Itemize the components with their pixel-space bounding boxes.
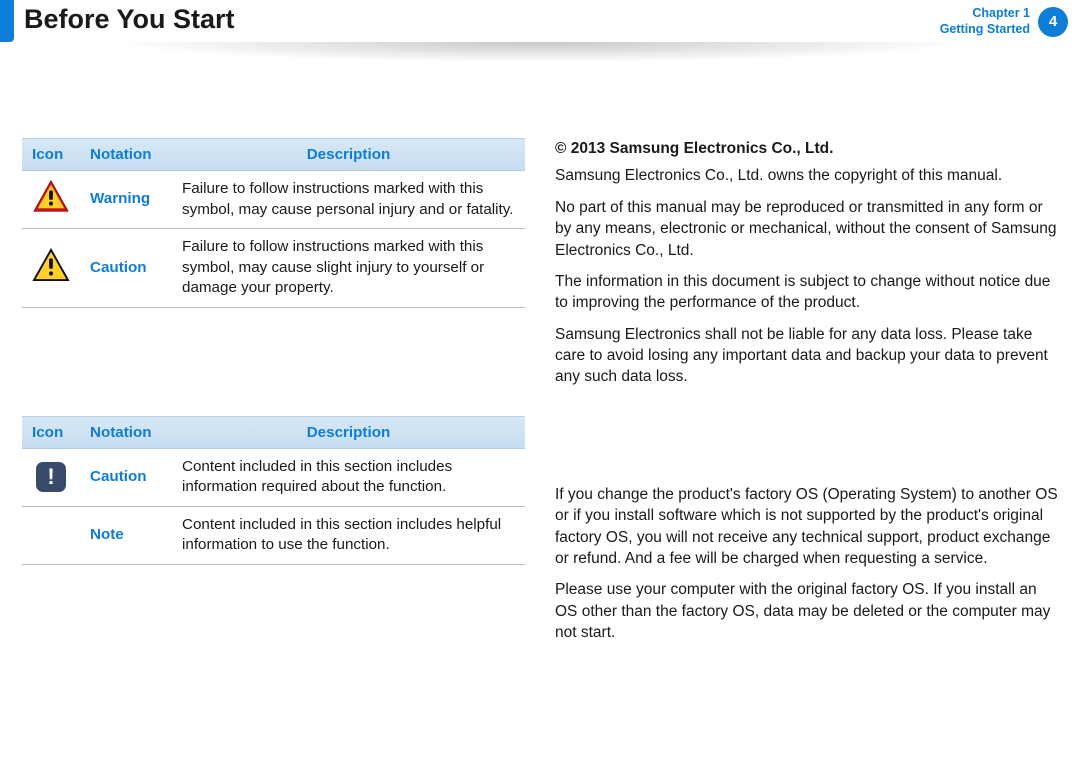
page-title: Before You Start: [24, 4, 235, 35]
right-column: © 2013 Samsung Electronics Co., Ltd. Sam…: [555, 138, 1058, 653]
chapter-block: Chapter 1 Getting Started 4: [940, 6, 1068, 37]
section-label: Getting Started: [940, 22, 1030, 38]
copyright-paragraph: No part of this manual may be reproduced…: [555, 197, 1058, 261]
col-notation: Notation: [80, 416, 172, 448]
page-header: Before You Start Chapter 1 Getting Start…: [0, 0, 1080, 58]
icon-cell: [22, 229, 80, 308]
copyright-title: © 2013 Samsung Electronics Co., Ltd.: [555, 138, 1058, 159]
table-header-row: Icon Notation Description: [22, 139, 525, 171]
chapter-label: Chapter 1: [940, 6, 1030, 22]
icon-cell: !: [22, 448, 80, 506]
description-cell: Content included in this section include…: [172, 506, 525, 564]
chapter-text: Chapter 1 Getting Started: [940, 6, 1030, 37]
table-header-row: Icon Notation Description: [22, 416, 525, 448]
section-spacer: [555, 398, 1058, 484]
safety-icons-table: Icon Notation Description Warn: [22, 138, 525, 308]
notation-cell: Caution: [80, 448, 172, 506]
col-icon: Icon: [22, 416, 80, 448]
description-cell: Failure to follow instructions marked wi…: [172, 229, 525, 308]
table-row: Warning Failure to follow instructions m…: [22, 171, 525, 229]
icon-cell: [22, 506, 80, 564]
description-cell: Failure to follow instructions marked wi…: [172, 171, 525, 229]
warning-triangle-yellow-icon: [32, 248, 70, 282]
col-description: Description: [172, 416, 525, 448]
notation-cell: Note: [80, 506, 172, 564]
table-row: ! Caution Content included in this secti…: [22, 448, 525, 506]
left-column: Icon Notation Description Warn: [22, 138, 525, 653]
os-notice-paragraph: Please use your computer with the origin…: [555, 579, 1058, 643]
header-accent-tab: [0, 0, 14, 42]
table-row: Note Content included in this section in…: [22, 506, 525, 564]
content-area: Icon Notation Description Warn: [0, 58, 1080, 653]
notation-cell: Warning: [80, 171, 172, 229]
copyright-paragraph: Samsung Electronics shall not be liable …: [555, 324, 1058, 388]
os-notice-paragraph: If you change the product's factory OS (…: [555, 484, 1058, 570]
copyright-paragraph: The information in this document is subj…: [555, 271, 1058, 314]
table-row: Caution Failure to follow instructions m…: [22, 229, 525, 308]
notation-cell: Caution: [80, 229, 172, 308]
icon-cell: [22, 171, 80, 229]
col-icon: Icon: [22, 139, 80, 171]
col-notation: Notation: [80, 139, 172, 171]
warning-triangle-red-icon: [32, 179, 70, 213]
col-description: Description: [172, 139, 525, 171]
info-icons-table: Icon Notation Description ! Caution Cont…: [22, 416, 525, 565]
copyright-paragraph: Samsung Electronics Co., Ltd. owns the c…: [555, 165, 1058, 186]
caution-box-icon: !: [36, 462, 66, 492]
table-spacer: [22, 356, 525, 416]
page-number-badge: 4: [1038, 7, 1068, 37]
description-cell: Content included in this section include…: [172, 448, 525, 506]
